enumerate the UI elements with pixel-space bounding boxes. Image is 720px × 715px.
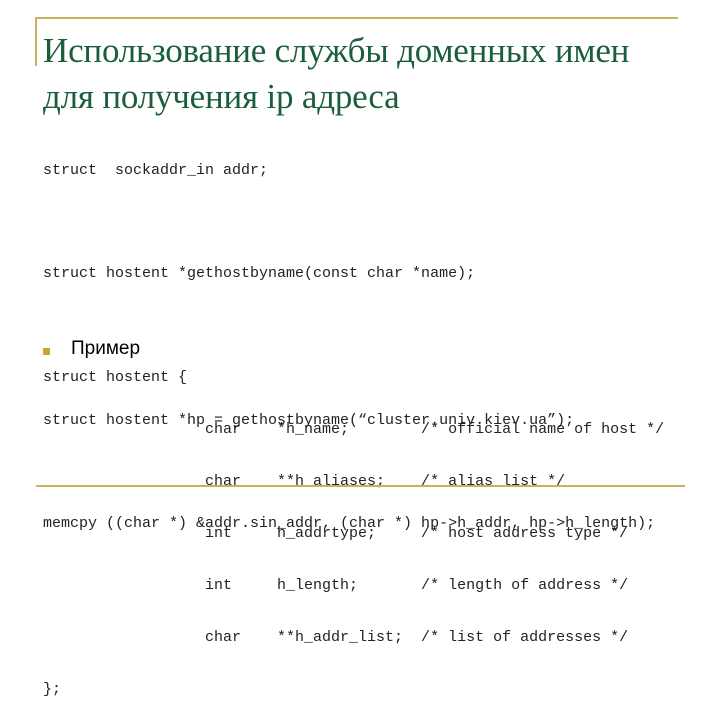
left-decorative-rule bbox=[35, 17, 37, 66]
code-line: char **h_addr_list; /* list of addresses… bbox=[43, 628, 629, 646]
code-line: struct hostent *gethostbyname(const char… bbox=[43, 265, 476, 283]
code-block-example: struct hostent *hp = gethostbyname(“clus… bbox=[43, 377, 655, 550]
code-line: int h_length; /* length of address */ bbox=[43, 576, 629, 594]
slide-title: Использование службы доменных имен для п… bbox=[43, 28, 703, 120]
square-bullet-icon bbox=[43, 348, 50, 355]
bullet-text: Пример bbox=[71, 338, 141, 359]
slide-title-line-1: Использование службы доменных имен bbox=[43, 31, 630, 70]
top-decorative-rule bbox=[35, 17, 678, 19]
code-line: struct hostent *hp = gethostbyname(“clus… bbox=[43, 411, 575, 429]
code-line: memcpy ((char *) &addr.sin_addr, (char *… bbox=[43, 515, 656, 533]
bottom-decorative-rule bbox=[36, 485, 685, 487]
slide-title-line-2: для получения ip адреса bbox=[43, 77, 400, 116]
code-line: }; bbox=[43, 680, 62, 698]
code-line: struct sockaddr_in addr; bbox=[43, 161, 269, 179]
